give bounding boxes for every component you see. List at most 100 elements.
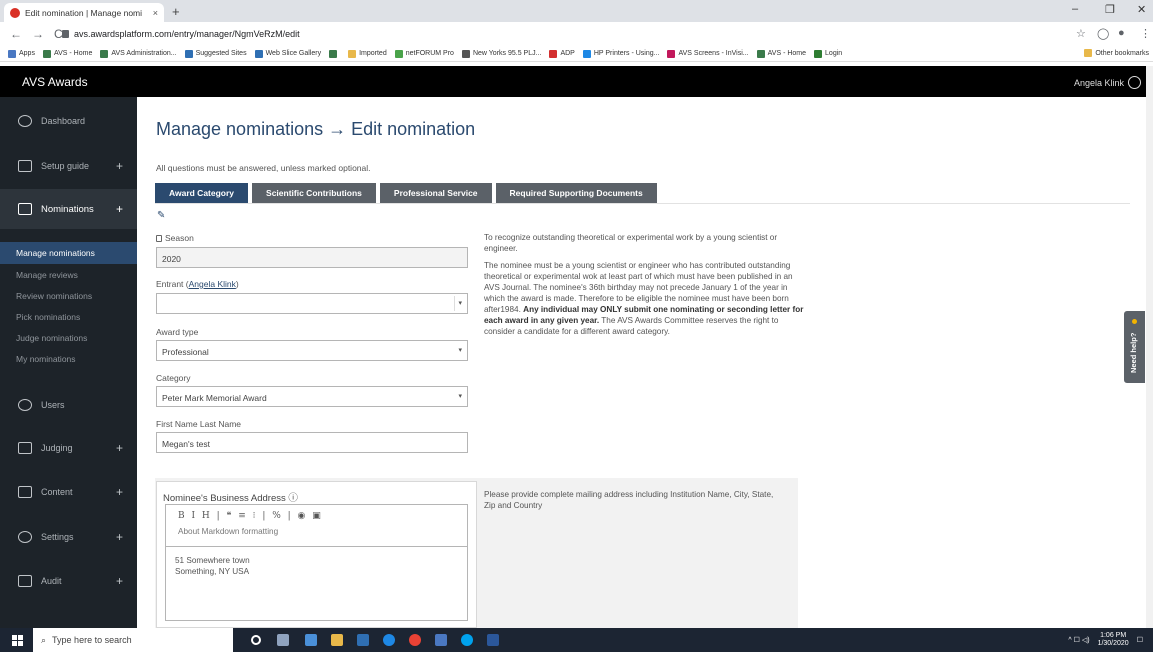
name-input[interactable]: Megan's test <box>156 432 468 453</box>
award-type-select[interactable]: Professional ▾ <box>156 340 468 361</box>
page-scrollbar[interactable] <box>1146 66 1153 628</box>
tab-professional-service[interactable]: Professional Service <box>379 183 492 203</box>
sidebar-item-content[interactable]: Content + <box>0 480 137 504</box>
sidebar-label: Dashboard <box>41 116 86 126</box>
browser-tab[interactable]: Edit nomination | Manage nomi × <box>4 3 164 22</box>
season-label-text: Season <box>165 233 194 243</box>
word-icon[interactable] <box>487 634 499 646</box>
bookmark-icon <box>8 49 16 58</box>
bookmark-item[interactable]: Imported <box>348 49 387 58</box>
expand-icon[interactable]: + <box>116 202 123 216</box>
profile-icon[interactable]: ● <box>1118 27 1125 39</box>
forward-icon[interactable]: → <box>32 27 44 41</box>
tab-scientific-contributions[interactable]: Scientific Contributions <box>252 183 376 203</box>
bookmark-label: Login <box>825 50 843 57</box>
task-view-icon[interactable] <box>277 634 289 646</box>
bookmark-item[interactable]: Login <box>814 49 843 58</box>
tab-required-documents[interactable]: Required Supporting Documents <box>495 183 657 203</box>
markdown-help-link[interactable]: About Markdown formatting <box>178 527 278 536</box>
bookmark-label: netFORUM Pro <box>405 50 454 57</box>
bookmark-item[interactable]: Apps <box>8 49 35 58</box>
search-icon: ⌕ <box>41 634 47 645</box>
chrome-icon[interactable] <box>409 634 421 646</box>
entrant-combobox[interactable]: ▾ <box>156 293 468 314</box>
sidebar-item-setup-guide[interactable]: Setup guide + <box>0 154 137 178</box>
sidebar-sub-manage-reviews[interactable]: Manage reviews <box>16 270 78 280</box>
app-icon[interactable] <box>357 634 369 646</box>
sidebar-sub-judge-nominations[interactable]: Judge nominations <box>16 333 87 343</box>
name-value: Megan's test <box>162 439 210 449</box>
explorer-icon[interactable] <box>305 634 317 646</box>
formatting-buttons[interactable]: B I H | ❝ ≡ ⁝ | % | ◉ ▣ <box>178 511 323 521</box>
sidebar-label: Nominations <box>41 203 94 215</box>
tab-award-category[interactable]: Award Category <box>155 183 249 203</box>
bookmark-item[interactable]: Suggested Sites <box>184 49 247 58</box>
edit-pencil-icon[interactable]: ✎ <box>157 210 165 221</box>
minimize-icon[interactable]: – <box>1072 3 1078 15</box>
form-tabs: Award Category Scientific Contributions … <box>155 183 657 203</box>
store-icon[interactable] <box>331 634 343 646</box>
sidebar-item-dashboard[interactable]: Dashboard <box>0 109 137 133</box>
bookmark-item[interactable]: Web Slice Gallery <box>254 49 321 58</box>
need-help-label: Need help? <box>1129 332 1138 373</box>
bookmark-item[interactable] <box>329 49 340 58</box>
windows-start-icon[interactable] <box>12 635 23 646</box>
close-window-icon[interactable]: ✕ <box>1137 3 1146 16</box>
entrant-link[interactable]: Angela Klink <box>189 279 236 289</box>
notifications-icon[interactable]: ☐ <box>1137 636 1143 644</box>
sidebar-item-nominations[interactable]: Nominations + <box>0 189 137 229</box>
expand-icon[interactable]: + <box>116 159 123 173</box>
new-tab-button[interactable]: + <box>172 4 180 19</box>
cortana-icon[interactable] <box>251 635 261 645</box>
bookmark-icon <box>100 49 109 58</box>
star-icon[interactable]: ☆ <box>1076 27 1086 40</box>
chevron-down-icon[interactable]: ▾ <box>458 299 462 307</box>
restore-icon[interactable]: ❐ <box>1105 3 1115 16</box>
bookmark-item[interactable]: HP Printers - Using... <box>582 49 659 58</box>
brand-logo[interactable]: AVS Awards <box>22 75 88 89</box>
bookmark-item[interactable]: netFORUM Pro <box>394 49 454 58</box>
extension-icon[interactable]: ◯ <box>1097 27 1109 40</box>
bookmark-item[interactable]: AVS Administration... <box>100 49 177 58</box>
back-icon[interactable]: ← <box>10 27 22 41</box>
edge-icon[interactable] <box>383 634 395 646</box>
category-value: Peter Mark Memorial Award <box>162 393 267 403</box>
other-bookmarks[interactable]: Other bookmarks <box>1084 49 1149 57</box>
sidebar-sub-review-nominations[interactable]: Review nominations <box>16 291 92 301</box>
expand-icon[interactable]: + <box>116 530 123 544</box>
markdown-toolbar: B I H | ❝ ≡ ⁝ | % | ◉ ▣ About Markdown f… <box>165 504 468 546</box>
skype-icon[interactable] <box>461 634 473 646</box>
people-icon[interactable] <box>435 634 447 646</box>
clock[interactable]: 1:06 PM 1/30/2020 <box>1098 632 1129 648</box>
bookmark-icon <box>184 49 193 58</box>
tab-close-icon[interactable]: × <box>153 8 158 18</box>
sidebar-sub-my-nominations[interactable]: My nominations <box>16 354 76 364</box>
sidebar-item-settings[interactable]: Settings + <box>0 525 137 549</box>
bookmark-item[interactable]: New Yorks 95.5 PLJ... <box>461 49 541 58</box>
sidebar-sub-pick-nominations[interactable]: Pick nominations <box>16 312 80 322</box>
sidebar-sub-manage-nominations[interactable]: Manage nominations <box>0 242 137 264</box>
bookmark-item[interactable]: ADP <box>549 49 575 58</box>
expand-icon[interactable]: + <box>116 485 123 499</box>
entrant-label: Entrant (Angela Klink) <box>156 279 239 289</box>
sidebar-item-users[interactable]: Users <box>0 393 137 417</box>
sidebar-item-audit[interactable]: Audit + <box>0 569 137 593</box>
user-menu[interactable]: Angela Klink <box>1074 76 1141 89</box>
need-help-button[interactable]: Need help? <box>1124 311 1145 383</box>
category-select[interactable]: Peter Mark Memorial Award ▾ <box>156 386 468 407</box>
bookmark-label: Suggested Sites <box>195 50 247 57</box>
expand-icon[interactable]: + <box>116 441 123 455</box>
bookmark-item[interactable]: AVS - Home <box>756 49 806 58</box>
tray-icons[interactable]: ^ ☐ ◁) <box>1068 636 1089 644</box>
address-line: Something, NY USA <box>175 567 250 576</box>
taskbar-search[interactable]: ⌕ Type here to search <box>33 628 233 652</box>
bookmark-item[interactable]: AVS Screens - InVisi... <box>667 49 749 58</box>
bookmark-item[interactable]: AVS - Home <box>42 49 92 58</box>
clock-time: 1:06 PM <box>1100 632 1127 639</box>
menu-icon[interactable]: ⋮ <box>1140 27 1151 40</box>
address-textarea[interactable]: 51 Somewhere town Something, NY USA <box>165 546 468 621</box>
audit-icon <box>18 575 32 587</box>
expand-icon[interactable]: + <box>116 574 123 588</box>
sidebar-item-judging[interactable]: Judging + <box>0 436 137 460</box>
url-field[interactable]: avs.awardsplatform.com/entry/manager/Ngm… <box>62 25 1062 43</box>
